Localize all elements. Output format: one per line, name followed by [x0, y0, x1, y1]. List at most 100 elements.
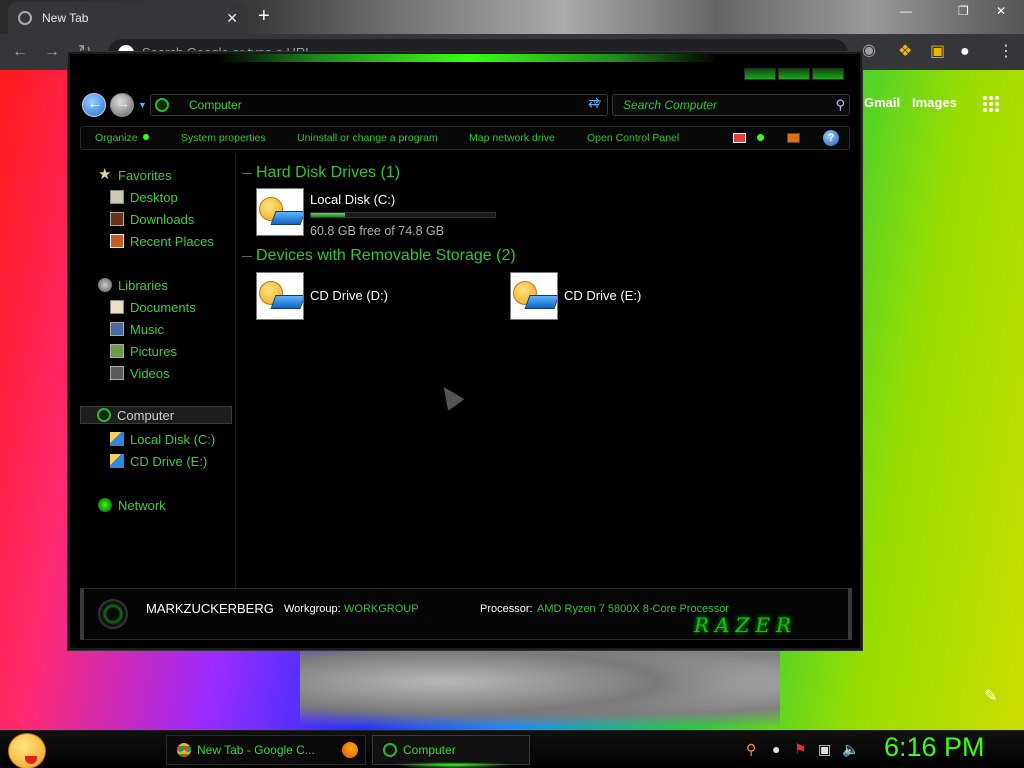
- drive-icon: [256, 188, 304, 236]
- gmail-link[interactable]: Gmail: [864, 95, 900, 110]
- new-tab-button[interactable]: +: [258, 6, 270, 26]
- group-divider: [242, 255, 252, 257]
- recent-pages-caret-icon[interactable]: ▼: [138, 100, 147, 110]
- razer-logo: RAZER: [694, 613, 798, 637]
- help-icon[interactable]: ?: [823, 130, 839, 146]
- pictures-icon: [110, 344, 124, 358]
- computer-icon: [383, 743, 397, 757]
- drive-local-disk-c[interactable]: Local Disk (C:) 60.8 GB free of 74.8 GB: [256, 188, 506, 240]
- command-bar: Organize System properties Uninstall or …: [80, 126, 850, 150]
- network-tray-icon[interactable]: ▣: [818, 741, 831, 758]
- refresh-icon[interactable]: ⇄: [588, 94, 600, 111]
- view-dropdown-icon[interactable]: [757, 134, 764, 141]
- tab-strip: New Tab ✕ + — ❐ ✕: [0, 0, 1024, 34]
- forward-button[interactable]: [110, 93, 134, 117]
- nav-desktop[interactable]: Desktop: [110, 188, 178, 206]
- preview-pane-icon[interactable]: [787, 133, 800, 143]
- computer-large-icon: [98, 599, 128, 629]
- close-window-button[interactable]: ✕: [996, 4, 1006, 18]
- chrome-icon: [18, 11, 32, 25]
- group-header-hard-disk-drives[interactable]: Hard Disk Drives (1): [242, 162, 400, 184]
- back-arrow-icon[interactable]: ←: [12, 43, 28, 61]
- drive-usage-bar: [310, 212, 496, 218]
- nav-videos[interactable]: Videos: [110, 364, 170, 382]
- view-options-icon[interactable]: [733, 133, 746, 143]
- close-tab-icon[interactable]: ✕: [226, 10, 238, 27]
- navigation-pane: ★ Favorites Desktop Downloads Recent Pla…: [80, 154, 236, 590]
- taskbar-computer-button[interactable]: Computer: [372, 735, 530, 768]
- desktop-icon: [110, 190, 124, 204]
- address-crumb[interactable]: Computer: [189, 98, 242, 112]
- title-bar-glow: [218, 54, 718, 62]
- search-tray-icon[interactable]: ⚲: [746, 741, 756, 758]
- explorer-maximize-button[interactable]: [778, 68, 810, 80]
- tab-new-tab[interactable]: New Tab ✕: [8, 2, 248, 34]
- cd-drive-icon: [110, 454, 124, 468]
- nav-pictures[interactable]: Pictures: [110, 342, 177, 360]
- address-bar[interactable]: Computer ▽: [150, 94, 608, 116]
- images-link[interactable]: Images: [912, 95, 957, 110]
- apps-grid-icon[interactable]: [982, 95, 1000, 113]
- downloads-icon: [110, 212, 124, 226]
- navigation-bar: ▼ Computer ▽ ⇄ Search Computer ⚲: [80, 92, 850, 120]
- explorer-window: ▼ Computer ▽ ⇄ Search Computer ⚲ Organiz…: [68, 52, 862, 650]
- explorer-close-button[interactable]: [812, 68, 844, 80]
- libraries-icon: [98, 278, 112, 292]
- volume-icon[interactable]: 🔈: [842, 741, 859, 758]
- nav-cd-drive[interactable]: CD Drive (E:): [110, 452, 207, 470]
- nav-local-disk[interactable]: Local Disk (C:): [110, 430, 215, 448]
- forward-arrow-icon[interactable]: →: [44, 43, 60, 61]
- chrome-icon: [177, 743, 191, 757]
- workgroup-label: Workgroup:: [284, 603, 341, 615]
- workgroup-value: WORKGROUP: [344, 603, 419, 615]
- action-center-flag-icon[interactable]: ⚑: [794, 741, 807, 758]
- maximize-button[interactable]: ❐: [958, 4, 969, 18]
- cd-drive-icon: [256, 272, 304, 320]
- drive-cd-e[interactable]: CD Drive (E:): [510, 272, 710, 322]
- search-icon[interactable]: ⚲: [835, 97, 845, 113]
- back-button[interactable]: [82, 93, 106, 117]
- taskbar-chrome-button[interactable]: New Tab - Google C...: [166, 735, 366, 765]
- computer-icon: [97, 408, 111, 422]
- videos-icon: [110, 366, 124, 380]
- open-control-panel-button[interactable]: Open Control Panel: [587, 132, 679, 144]
- nav-computer[interactable]: Computer: [80, 406, 232, 424]
- nav-network[interactable]: Network: [98, 496, 166, 514]
- network-icon: [98, 498, 112, 512]
- nav-libraries[interactable]: Libraries: [98, 276, 168, 294]
- computer-name: MARKZUCKERBERG: [146, 601, 274, 616]
- tray-status-icon[interactable]: ●: [772, 741, 780, 757]
- start-button[interactable]: [8, 733, 46, 768]
- customize-pencil-icon[interactable]: ✎: [984, 686, 997, 706]
- explorer-minimize-button[interactable]: [744, 68, 776, 80]
- side-panel-icon[interactable]: ▣: [930, 43, 945, 61]
- extensions-icon[interactable]: ❖: [898, 43, 912, 61]
- organize-button[interactable]: Organize: [95, 132, 149, 144]
- drive-cd-d[interactable]: CD Drive (D:): [256, 272, 456, 322]
- firefox-icon: [342, 742, 358, 758]
- taskbar-clock[interactable]: 6:16 PM: [884, 732, 985, 763]
- recent-places-icon: [110, 234, 124, 248]
- taskbar: New Tab - Google C... Computer ⚲ ● ⚑ ▣ 🔈…: [0, 730, 1024, 768]
- system-properties-button[interactable]: System properties: [181, 132, 266, 144]
- group-divider: [242, 172, 252, 174]
- computer-icon: [155, 98, 169, 112]
- search-placeholder: Search Computer: [623, 98, 718, 112]
- search-input[interactable]: Search Computer ⚲: [612, 94, 850, 116]
- taskbar-firefox-button[interactable]: [338, 735, 362, 765]
- minimize-button[interactable]: —: [900, 4, 912, 18]
- account-avatar-icon[interactable]: ●: [960, 43, 970, 61]
- nav-favorites[interactable]: ★ Favorites: [98, 166, 171, 184]
- menu-kebab-icon[interactable]: ⋮: [998, 43, 1014, 61]
- uninstall-program-button[interactable]: Uninstall or change a program: [297, 132, 438, 144]
- cd-drive-icon: [510, 272, 558, 320]
- nav-documents[interactable]: Documents: [110, 298, 196, 316]
- nav-downloads[interactable]: Downloads: [110, 210, 194, 228]
- nav-recent-places[interactable]: Recent Places: [110, 232, 214, 250]
- group-header-removable-storage[interactable]: Devices with Removable Storage (2): [242, 245, 516, 267]
- nav-music[interactable]: Music: [110, 320, 164, 338]
- map-network-drive-button[interactable]: Map network drive: [469, 132, 555, 144]
- tab-title: New Tab: [42, 11, 89, 25]
- drive-usage-fill: [311, 213, 346, 217]
- profile-flag-icon[interactable]: ◉: [862, 42, 876, 60]
